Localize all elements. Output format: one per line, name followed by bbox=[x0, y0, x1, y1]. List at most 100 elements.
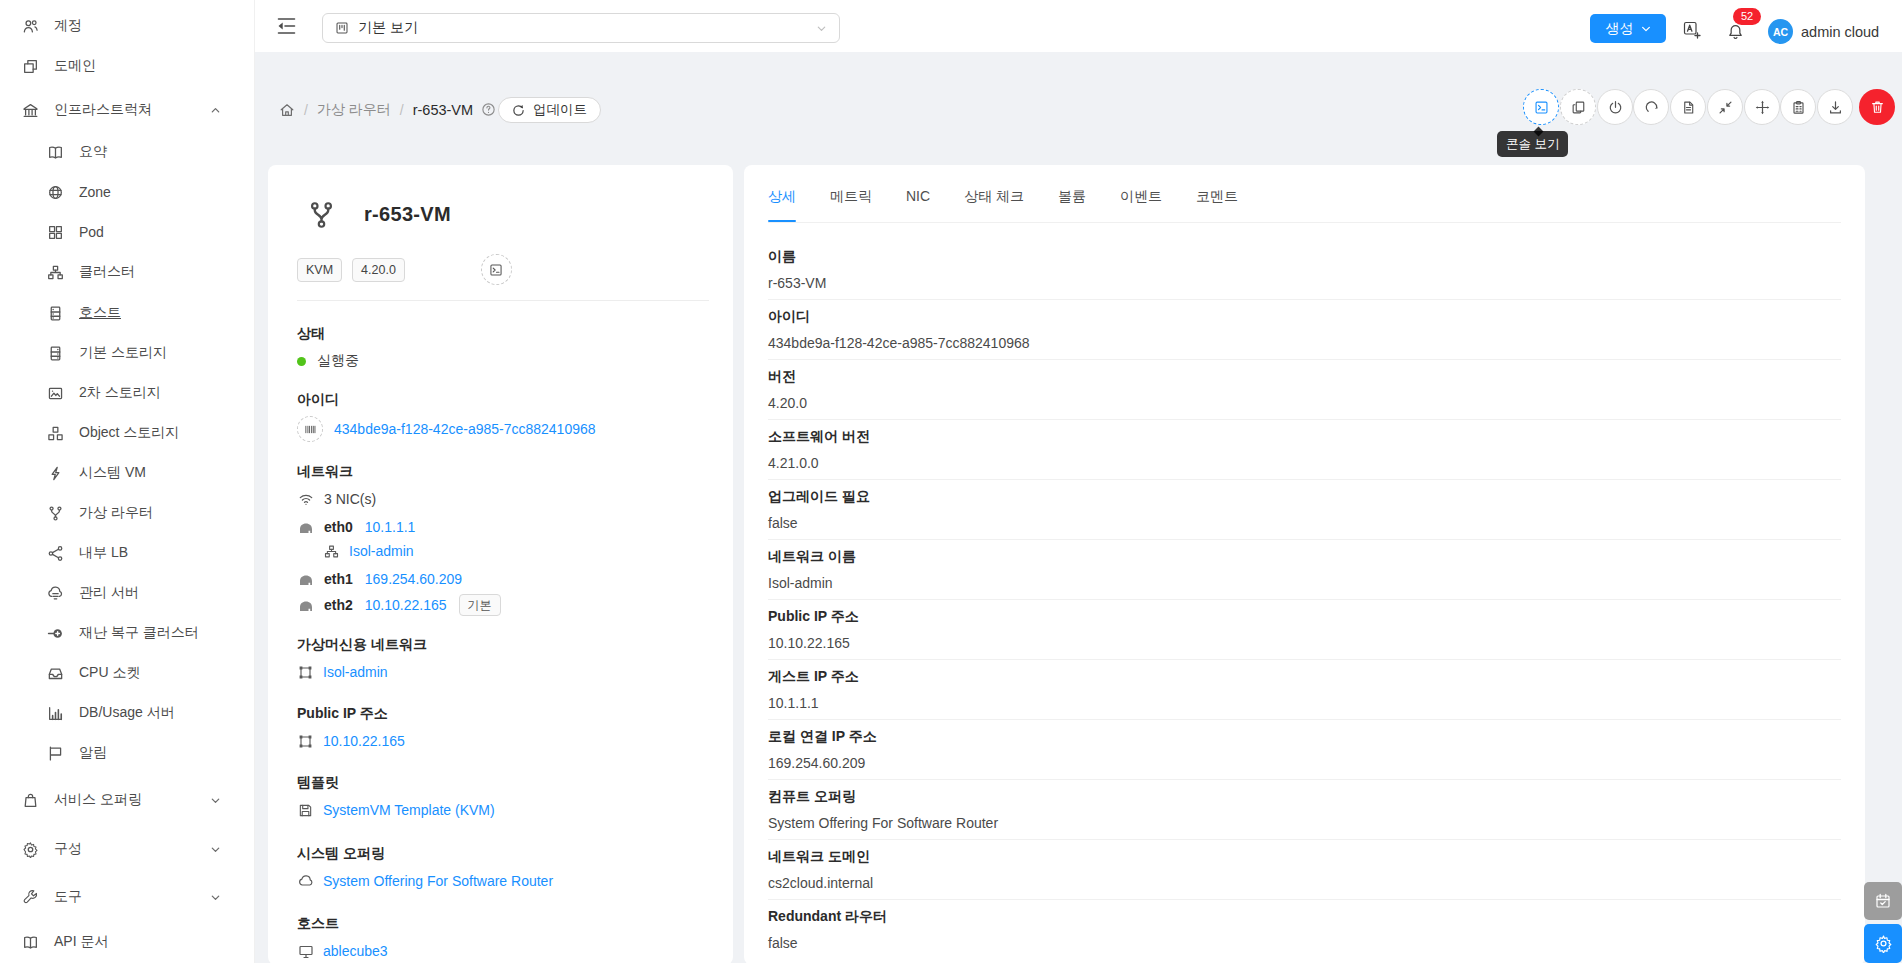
gateway-icon bbox=[298, 573, 314, 586]
sidebar-item-clusters[interactable]: 클러스터 bbox=[0, 256, 255, 288]
sidebar-item-cpu-sockets[interactable]: CPU 소켓 bbox=[0, 657, 255, 689]
sidebar-item-secondary-storage[interactable]: 2차 스토리지 bbox=[0, 377, 255, 409]
sidebar-item-zone[interactable]: Zone bbox=[0, 176, 255, 208]
sidebar-item-tools[interactable]: 도구 bbox=[0, 881, 255, 913]
view-console-button[interactable] bbox=[1523, 89, 1559, 125]
sidebar-item-pod[interactable]: Pod bbox=[0, 216, 255, 248]
detail-row: 네트워크 도메인cs2cloud.internal bbox=[768, 840, 1841, 900]
scale-router-button[interactable] bbox=[1707, 89, 1743, 125]
sidebar-item-infrastructure[interactable]: 인프라스트럭쳐 bbox=[0, 94, 255, 126]
user-name[interactable]: admin cloud bbox=[1801, 24, 1879, 40]
tab-nic[interactable]: NIC bbox=[906, 185, 930, 222]
nic-ip-link[interactable]: 169.254.60.209 bbox=[365, 571, 462, 587]
sidebar-item-object-storage[interactable]: Object 스토리지 bbox=[0, 417, 255, 449]
sidebar-item-management-servers[interactable]: 관리 서버 bbox=[0, 577, 255, 609]
detail-row: 로컬 연결 IP 주소169.254.60.209 bbox=[768, 720, 1841, 780]
vm-network-link[interactable]: Isol-admin bbox=[323, 664, 388, 680]
help-icon[interactable] bbox=[481, 102, 496, 117]
create-button[interactable]: 생성 bbox=[1590, 14, 1666, 43]
sidebar-item-internal-lb[interactable]: 내부 LB bbox=[0, 537, 255, 569]
home-icon[interactable] bbox=[279, 102, 295, 118]
trash-icon bbox=[1870, 99, 1885, 115]
download-button[interactable] bbox=[1817, 89, 1853, 125]
detail-row: 네트워크 이름Isol-admin bbox=[768, 540, 1841, 600]
avatar[interactable]: AC bbox=[1768, 19, 1793, 44]
read-icon bbox=[22, 934, 39, 951]
cluster-icon bbox=[324, 544, 339, 559]
sidebar-item-system-vms[interactable]: 시스템 VM bbox=[0, 457, 255, 489]
stop-router-button[interactable] bbox=[1597, 89, 1633, 125]
tab-metrics[interactable]: 메트릭 bbox=[830, 185, 872, 222]
block-icon bbox=[22, 58, 39, 75]
tab-details[interactable]: 상세 bbox=[768, 185, 796, 222]
resource-title: r-653-VM bbox=[364, 203, 451, 226]
nic-ip-link[interactable]: 10.1.1.1 bbox=[365, 519, 416, 535]
wrench-icon bbox=[22, 889, 39, 906]
update-button[interactable]: 업데이트 bbox=[498, 97, 601, 123]
template-link[interactable]: SystemVM Template (KVM) bbox=[323, 802, 495, 818]
detail-row: 게스트 IP 주소10.1.1.1 bbox=[768, 660, 1841, 720]
sidebar-item-virtual-routers[interactable]: 가상 라우터 bbox=[0, 497, 255, 529]
sidebar-item-api-docs[interactable]: API 문서 bbox=[0, 926, 255, 958]
nic-count: 3 NIC(s) bbox=[324, 491, 376, 507]
translate-icon[interactable] bbox=[1682, 20, 1702, 40]
default-tag: 기본 bbox=[459, 594, 501, 616]
thunderbolt-icon bbox=[47, 465, 64, 482]
nic-ip-link[interactable]: 10.10.22.165 bbox=[365, 597, 447, 613]
status-dot bbox=[297, 357, 306, 366]
view-select[interactable]: 기본 보기 bbox=[322, 13, 840, 43]
destroy-router-button[interactable] bbox=[1859, 89, 1895, 125]
copy-button[interactable] bbox=[1560, 89, 1596, 125]
notification-bell-icon[interactable] bbox=[1727, 23, 1744, 41]
sidebar-item-alerts[interactable]: 알림 bbox=[0, 737, 255, 769]
nic-network-link[interactable]: Isol-admin bbox=[349, 543, 414, 559]
detail-row: 업그레이드 필요false bbox=[768, 480, 1841, 540]
event-timeline-button[interactable] bbox=[1864, 882, 1902, 920]
sidebar-item-service-offerings[interactable]: 서비스 오퍼링 bbox=[0, 784, 255, 816]
sidebar-item-configuration[interactable]: 구성 bbox=[0, 833, 255, 865]
sidebar-item-dr-cluster[interactable]: 재난 복구 클러스터 bbox=[0, 617, 255, 649]
detail-row: 컴퓨트 오퍼링System Offering For Software Rout… bbox=[768, 780, 1841, 840]
appstore-icon bbox=[47, 224, 64, 241]
status-label: 상태 bbox=[297, 323, 709, 344]
chevron-down-icon bbox=[210, 844, 221, 855]
tooltip-view-console: 콘솔 보기 bbox=[1497, 131, 1568, 157]
tab-comments[interactable]: 코멘트 bbox=[1196, 185, 1238, 222]
patch-systemvm-button[interactable] bbox=[1670, 89, 1706, 125]
team-icon bbox=[22, 18, 39, 35]
diagnostics-button[interactable] bbox=[1780, 89, 1816, 125]
share-alt-icon bbox=[47, 545, 64, 562]
migrate-router-button[interactable] bbox=[1744, 89, 1780, 125]
reboot-router-button[interactable] bbox=[1633, 89, 1669, 125]
view-select-value: 기본 보기 bbox=[358, 19, 418, 37]
version-tag: 4.20.0 bbox=[352, 258, 405, 282]
sidebar-item-summary[interactable]: 요약 bbox=[0, 136, 255, 168]
sidebar-item-primary-storage[interactable]: 기본 스토리지 bbox=[0, 337, 255, 369]
host-label: 호스트 bbox=[297, 913, 709, 934]
public-ip-link[interactable]: 10.10.22.165 bbox=[323, 733, 405, 749]
offering-link[interactable]: System Offering For Software Router bbox=[323, 873, 553, 889]
settings-fab-button[interactable] bbox=[1864, 924, 1902, 963]
detail-row: Redundant 라우터false bbox=[768, 900, 1841, 959]
fence-icon bbox=[298, 734, 313, 749]
chevron-up-icon bbox=[210, 105, 221, 116]
resource-id-link[interactable]: 434bde9a-f128-42ce-a985-7cc882410968 bbox=[334, 421, 596, 437]
tab-health-check[interactable]: 상태 체크 bbox=[964, 185, 1024, 222]
clipboard-icon bbox=[1791, 100, 1806, 115]
console-shortcut-button[interactable] bbox=[481, 254, 512, 285]
notification-badge: 52 bbox=[1733, 8, 1761, 25]
sidebar-item-db-usage-server[interactable]: DB/Usage 서버 bbox=[0, 697, 255, 729]
breadcrumb-section[interactable]: 가상 라우터 bbox=[317, 101, 391, 119]
sidebar-item-hosts[interactable]: 호스트 bbox=[0, 297, 255, 329]
menu-fold-icon[interactable] bbox=[275, 15, 298, 37]
tab-volumes[interactable]: 볼륨 bbox=[1058, 185, 1086, 222]
sidebar-item-accounts[interactable]: 계정 bbox=[0, 10, 255, 42]
detail-list: 이름r-653-VM 아이디434bde9a-f128-42ce-a985-7c… bbox=[768, 223, 1841, 959]
gateway-icon bbox=[298, 521, 314, 534]
sidebar-item-domains[interactable]: 도메인 bbox=[0, 50, 255, 82]
detail-card: 상세 메트릭 NIC 상태 체크 볼륨 이벤트 코멘트 이름r-653-VM 아… bbox=[744, 165, 1865, 963]
tab-events[interactable]: 이벤트 bbox=[1120, 185, 1162, 222]
drag-icon bbox=[1755, 100, 1770, 115]
chevron-down-icon bbox=[210, 892, 221, 903]
host-link[interactable]: ablecube3 bbox=[323, 943, 388, 959]
